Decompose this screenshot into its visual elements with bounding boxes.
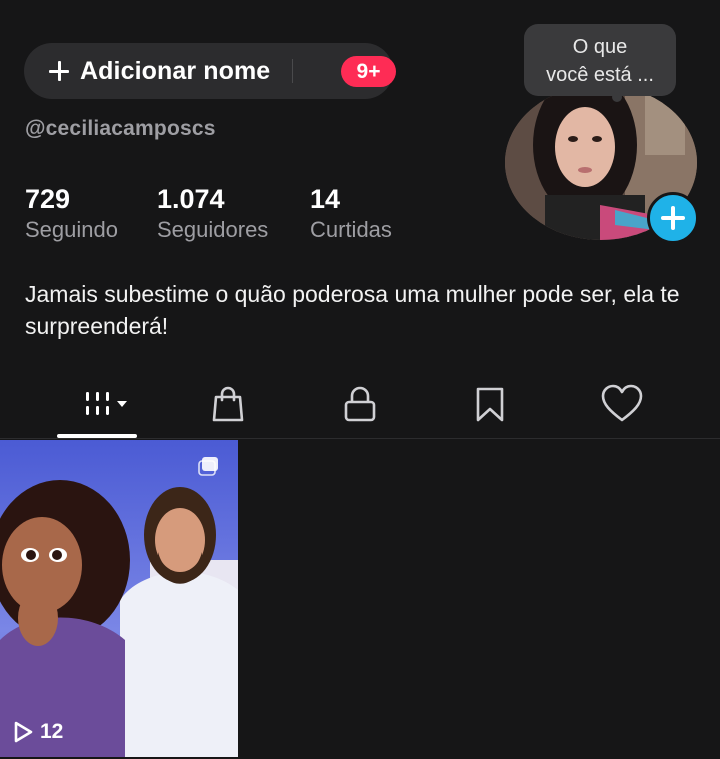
note-line-2: você está ... — [546, 64, 654, 86]
tab-saved[interactable] — [450, 370, 530, 438]
video-image — [0, 440, 238, 757]
stat-following[interactable]: 729 Seguindo — [25, 184, 118, 243]
pill-divider — [292, 59, 293, 83]
note-line-1: O que — [572, 36, 628, 58]
likes-count: 14 — [310, 184, 341, 214]
play-count-value: 12 — [40, 720, 64, 743]
stat-followers[interactable]: 1.074 Seguidores — [157, 184, 268, 243]
tab-shop[interactable] — [188, 370, 268, 438]
play-count: 12 — [12, 720, 63, 744]
likes-label: Curtidas — [310, 217, 392, 242]
heart-icon — [601, 384, 643, 422]
multi-photo-icon — [198, 457, 218, 476]
followers-label: Seguidores — [157, 217, 269, 242]
username: @ceciliacamposcs — [25, 117, 216, 140]
notification-badge[interactable]: 9+ — [341, 56, 396, 87]
grid-icon — [86, 392, 127, 415]
chevron-down-icon — [117, 401, 127, 407]
plus-icon — [661, 206, 685, 230]
followers-count: 1.074 — [157, 184, 225, 214]
note-bubble-tail — [612, 92, 622, 102]
add-name-label: Adicionar nome — [80, 56, 271, 85]
tab-divider — [0, 438, 720, 439]
add-avatar-button[interactable] — [647, 192, 699, 244]
bio-text: Jamais subestime o quão poderosa uma mul… — [25, 281, 680, 339]
tab-videos[interactable] — [62, 370, 142, 438]
note-bubble[interactable]: O que você está ... — [524, 24, 676, 96]
lock-icon — [344, 386, 376, 422]
following-count: 729 — [25, 184, 71, 214]
following-label: Seguindo — [25, 217, 118, 242]
shopping-bag-icon — [212, 386, 244, 422]
profile-tabbar — [0, 370, 720, 438]
stat-likes[interactable]: 14 Curtidas — [310, 184, 392, 243]
plus-icon — [48, 60, 70, 82]
tab-private[interactable] — [320, 370, 400, 438]
add-name-button[interactable]: Adicionar nome 9+ — [24, 43, 396, 99]
tab-liked[interactable] — [582, 370, 662, 438]
bookmark-icon — [476, 387, 504, 422]
play-icon — [14, 721, 33, 743]
video-thumbnail[interactable] — [0, 440, 238, 757]
